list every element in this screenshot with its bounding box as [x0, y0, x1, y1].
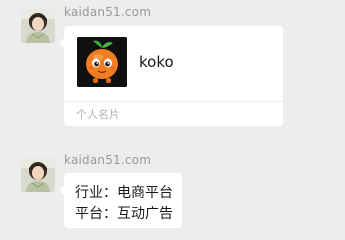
card-divider [64, 101, 283, 102]
contact-avatar [77, 37, 127, 87]
contact-card-bubble[interactable]: koko 个人名片 [59, 26, 283, 126]
sender-name: kaidan51.com [64, 5, 152, 19]
message-line: 平台：互动广告 [75, 206, 173, 222]
orange-mascot-icon [77, 37, 127, 87]
text-message-bubble[interactable]: 行业：电商平台 平台：互动广告 [59, 173, 182, 228]
message-line: 行业：电商平台 [75, 185, 173, 201]
contact-name: koko [139, 53, 174, 71]
sender-avatar[interactable] [21, 9, 55, 43]
contact-card-label: 个人名片 [76, 108, 120, 121]
girl-photo-avatar-icon [21, 158, 55, 192]
girl-photo-avatar-icon [21, 9, 55, 43]
sender-name: kaidan51.com [64, 153, 152, 167]
sender-avatar[interactable] [21, 158, 55, 192]
